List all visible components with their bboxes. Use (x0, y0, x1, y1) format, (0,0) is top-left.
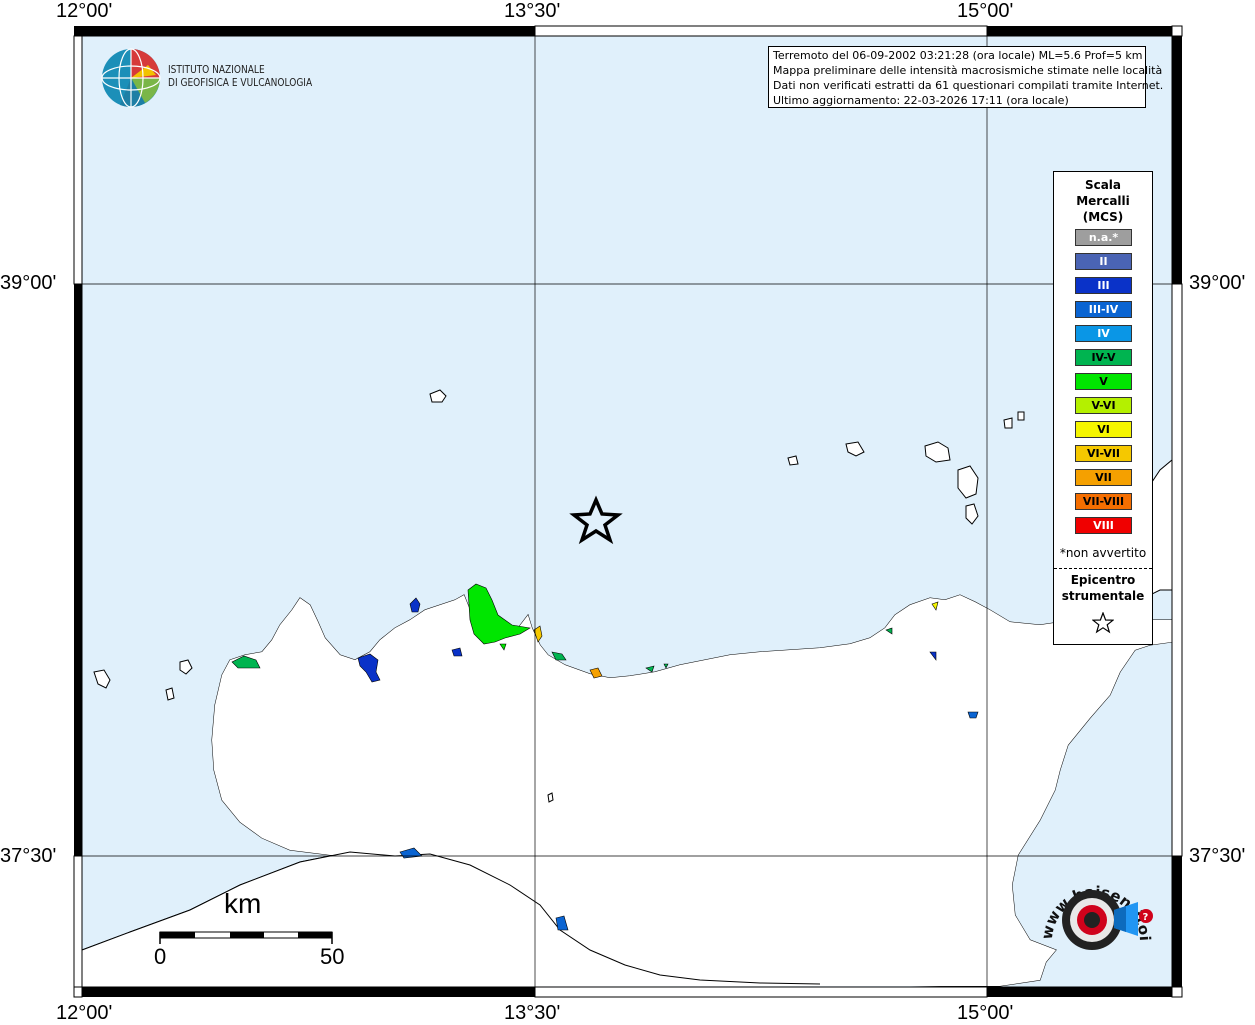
haisentito-brand-logo[interactable]: www.haisentitoilterremoto.it ? (1022, 846, 1160, 980)
legend-swatch-ii: II (1075, 253, 1132, 270)
event-info-line4: Ultimo aggiornamento: 22-03-2026 17:11 (… (773, 94, 1069, 107)
legend-title-line2: Mercalli (1076, 194, 1130, 208)
legend-title-line3: (MCS) (1082, 210, 1124, 224)
lon-label-12-00-bottom: 12°00' (56, 1002, 113, 1024)
legend-note: *non avvertito (1059, 546, 1147, 560)
lat-label-39-00-left: 39°00' (0, 272, 57, 294)
event-info-box: Terremoto del 06-09-2002 03:21:28 (ora l… (768, 46, 1164, 108)
event-info-line1: Terremoto del 06-09-2002 03:21:28 (ora l… (773, 49, 1143, 62)
legend-title-line1: Scala (1084, 178, 1122, 192)
legend-swatch-vi-vii: VI-VII (1075, 445, 1132, 462)
ingv-name-line1: ISTITUTO NAZIONALE (168, 63, 265, 76)
island-small-south (547, 792, 554, 803)
scale-bar-unit: km (224, 888, 262, 919)
event-info-line2: Mappa preliminare delle intensità macros… (773, 64, 1163, 77)
legend-title: Scala Mercalli (MCS) (1054, 177, 1152, 225)
legend-swatch-vii: VII (1075, 469, 1132, 486)
legend-swatch-v: V (1075, 373, 1132, 390)
legend-epicenter-line1: Epicentro (1070, 573, 1136, 587)
island-stromboli (1017, 411, 1025, 421)
legend-swatch-n-a: n.a.* (1075, 229, 1132, 246)
scale-bar-max: 50 (320, 944, 345, 969)
mcs-legend: Scala Mercalli (MCS) n.a.* II III III-IV IV I… (1053, 171, 1153, 645)
legend-swatch-iii-iv: III-IV (1075, 301, 1132, 318)
lon-label-13-30-top: 13°30' (504, 0, 561, 22)
scale-bar-min: 0 (154, 944, 167, 969)
event-info-line3: Dati non verificati estratti da 61 quest… (773, 79, 1164, 92)
lon-label-13-30-bottom: 13°30' (504, 1002, 561, 1024)
legend-star-icon (1092, 612, 1114, 634)
legend-swatch-vii-viii: VII-VIII (1075, 493, 1132, 510)
legend-epicenter-label: Epicentro strumentale (1054, 572, 1152, 604)
legend-swatch-viii: VIII (1075, 517, 1132, 534)
intensity-area-iii-iv-inland (967, 711, 979, 719)
ingv-name-line2: DI GEOFISICA E VULCANOLOGIA (168, 76, 313, 89)
lon-label-15-00-top: 15°00' (957, 0, 1014, 22)
legend-separator (1054, 568, 1152, 569)
island-levanzo (165, 687, 175, 701)
lon-label-12-00-top: 12°00' (56, 0, 113, 22)
lat-label-37-30-right: 37°30' (1189, 845, 1246, 867)
legend-swatch-v-vi: V-VI (1075, 397, 1132, 414)
lat-label-37-30-left: 37°30' (0, 845, 57, 867)
scale-bar: km 0 50 (150, 888, 360, 970)
legend-swatch-iv-v: IV-V (1075, 349, 1132, 366)
lat-label-39-00-right: 39°00' (1189, 272, 1246, 294)
legend-epicenter-line2: strumentale (1061, 589, 1145, 603)
lon-label-15-00-bottom: 15°00' (957, 1002, 1014, 1024)
legend-swatch-iv: IV (1075, 325, 1132, 342)
ingv-logo: ISTITUTO NAZIONALE DI GEOFISICA E VULCAN… (100, 47, 330, 111)
island-alicudi (787, 455, 799, 466)
legend-swatch-iii: III (1075, 277, 1132, 294)
svg-text:?: ? (1143, 912, 1149, 923)
ingv-globe-icon (101, 48, 161, 108)
island-panarea (1003, 417, 1013, 429)
legend-swatch-vi: VI (1075, 421, 1132, 438)
